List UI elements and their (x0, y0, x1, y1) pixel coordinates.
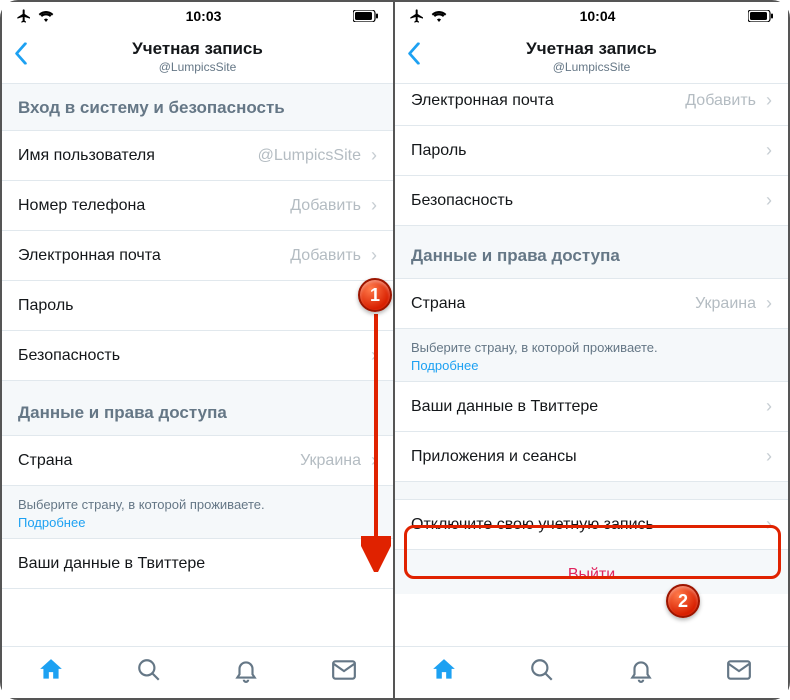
chevron-right-icon: › (365, 145, 383, 166)
chevron-right-icon: › (760, 190, 778, 211)
airplane-mode-icon (409, 8, 425, 24)
row-your-data[interactable]: Ваши данные в Твиттере › (395, 382, 788, 432)
phone-screen-left: 10:03 Учетная запись @LumpicsSite Вход в… (2, 2, 395, 698)
row-security[interactable]: Безопасность › (395, 176, 788, 226)
row-password[interactable]: Пароль › (2, 281, 393, 331)
row-label: Ваши данные в Твиттере (411, 398, 598, 416)
chevron-right-icon: › (760, 396, 778, 417)
chevron-right-icon: › (760, 446, 778, 467)
section-gap (395, 482, 788, 500)
chevron-right-icon: › (365, 195, 383, 216)
row-email[interactable]: Электронная почта Добавить › (2, 231, 393, 281)
row-label: Ваши данные в Твиттере (18, 555, 205, 573)
wifi-icon (38, 10, 54, 22)
settings-list[interactable]: Электронная почта Добавить › Пароль › Бе… (395, 84, 788, 646)
row-value: Добавить (290, 247, 361, 265)
section-data-access: Данные и права доступа (2, 381, 393, 436)
chevron-right-icon: › (365, 245, 383, 266)
tab-search[interactable] (136, 657, 162, 688)
navbar: Учетная запись @LumpicsSite (2, 30, 393, 84)
row-value: @LumpicsSite (258, 147, 361, 165)
row-label: Пароль (18, 297, 74, 315)
airplane-mode-icon (16, 8, 32, 24)
back-button[interactable] (14, 42, 28, 71)
battery-icon (353, 10, 379, 22)
chevron-right-icon: › (760, 90, 778, 111)
row-password[interactable]: Пароль › (395, 126, 788, 176)
chevron-right-icon: › (760, 293, 778, 314)
row-value: Украина (300, 452, 361, 470)
wifi-icon (431, 10, 447, 22)
status-time: 10:03 (186, 8, 222, 24)
tab-home[interactable] (431, 657, 457, 688)
country-hint: Выберите страну, в которой проживаете. П… (2, 486, 393, 539)
nav-subtitle: @LumpicsSite (132, 60, 263, 74)
tab-notifications[interactable] (233, 657, 259, 688)
logout-button[interactable]: Выйти (395, 550, 788, 594)
row-value: Добавить (685, 92, 756, 110)
row-label: Электронная почта (411, 92, 554, 110)
row-phone[interactable]: Номер телефона Добавить › (2, 181, 393, 231)
row-label: Безопасность (411, 192, 513, 210)
status-time: 10:04 (580, 8, 616, 24)
tab-notifications[interactable] (628, 657, 654, 688)
status-bar: 10:04 (395, 2, 788, 30)
row-label: Пароль (411, 142, 467, 160)
phone-screen-right: 10:04 Учетная запись @LumpicsSite Электр… (395, 2, 788, 698)
row-value: Добавить (290, 197, 361, 215)
tab-messages[interactable] (726, 657, 752, 688)
tab-bar (2, 646, 393, 698)
battery-icon (748, 10, 774, 22)
row-value: Украина (695, 295, 756, 313)
row-label: Имя пользователя (18, 147, 155, 165)
more-link[interactable]: Подробнее (411, 358, 478, 373)
tab-bar (395, 646, 788, 698)
row-security[interactable]: Безопасность › (2, 331, 393, 381)
row-label: Страна (18, 452, 72, 470)
section-login-security: Вход в систему и безопасность (2, 84, 393, 131)
row-deactivate[interactable]: Отключите свою учетную запись › (395, 500, 788, 550)
step-marker-1: 1 (358, 278, 392, 312)
section-data-access: Данные и права доступа (395, 226, 788, 279)
row-country[interactable]: Страна Украина › (395, 279, 788, 329)
row-label: Страна (411, 295, 465, 313)
row-label: Приложения и сеансы (411, 448, 577, 466)
row-label: Безопасность (18, 347, 120, 365)
row-email[interactable]: Электронная почта Добавить › (395, 84, 788, 126)
scroll-arrow-icon (361, 312, 391, 572)
row-username[interactable]: Имя пользователя @LumpicsSite › (2, 131, 393, 181)
step-marker-2: 2 (666, 584, 700, 618)
chevron-right-icon: › (760, 514, 778, 535)
tab-search[interactable] (529, 657, 555, 688)
row-country[interactable]: Страна Украина › (2, 436, 393, 486)
nav-title: Учетная запись (526, 39, 657, 59)
nav-subtitle: @LumpicsSite (526, 60, 657, 74)
settings-list[interactable]: Вход в систему и безопасность Имя пользо… (2, 84, 393, 646)
more-link[interactable]: Подробнее (18, 515, 85, 530)
tab-messages[interactable] (331, 657, 357, 688)
row-label: Электронная почта (18, 247, 161, 265)
chevron-right-icon: › (760, 140, 778, 161)
nav-title: Учетная запись (132, 39, 263, 59)
row-apps-sessions[interactable]: Приложения и сеансы › (395, 432, 788, 482)
row-label: Отключите свою учетную запись (411, 516, 654, 534)
row-label: Номер телефона (18, 197, 145, 215)
tab-home[interactable] (38, 657, 64, 688)
status-bar: 10:03 (2, 2, 393, 30)
country-hint: Выберите страну, в которой проживаете. П… (395, 329, 788, 382)
row-your-data[interactable]: Ваши данные в Твиттере › (2, 539, 393, 589)
navbar: Учетная запись @LumpicsSite (395, 30, 788, 84)
back-button[interactable] (407, 42, 421, 71)
